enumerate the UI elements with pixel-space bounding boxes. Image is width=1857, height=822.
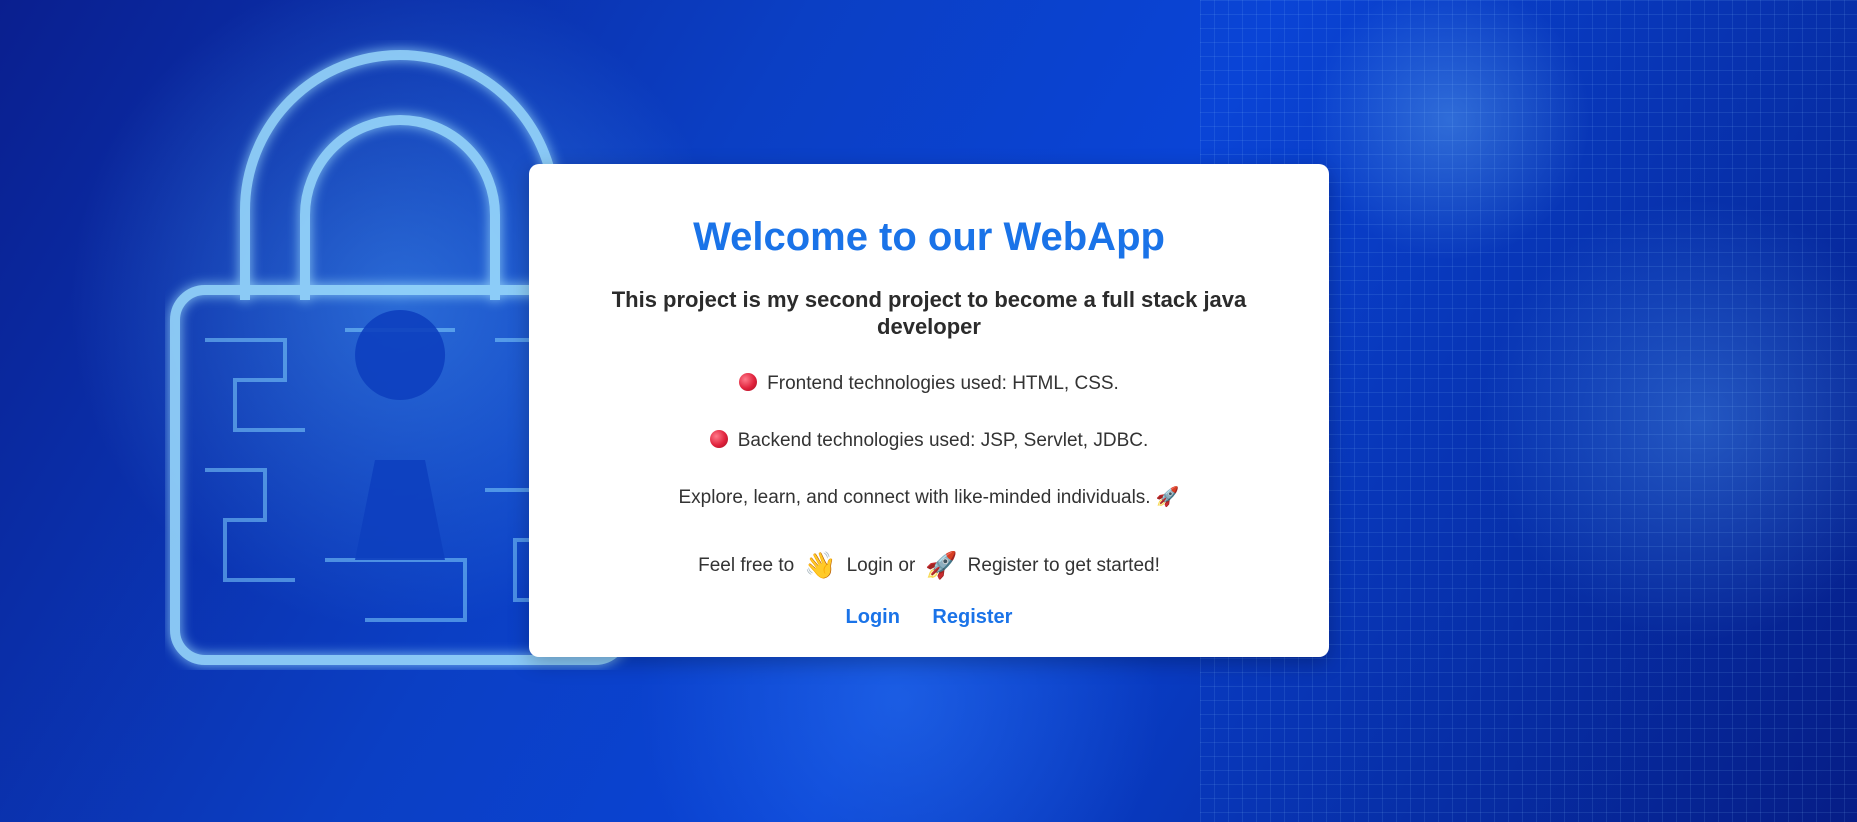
waving-hand-icon: 👋 [804, 550, 837, 580]
cta-prefix: Feel free to [698, 555, 795, 576]
rocket-icon: 🚀 [925, 550, 958, 580]
login-link[interactable]: Login [846, 606, 900, 628]
red-circle-icon [709, 430, 728, 448]
red-circle-icon [739, 373, 758, 391]
backend-line: Backend technologies used: JSP, Servlet,… [529, 429, 1329, 453]
auth-links: Login Register [529, 606, 1329, 629]
backend-text: Backend technologies used: JSP, Servlet,… [737, 430, 1149, 451]
page-title: Welcome to our WebApp [693, 215, 1165, 259]
cta-login-text: Login or [846, 555, 916, 576]
subtitle: This project is my second project to bec… [611, 287, 1247, 339]
explore-line: Explore, learn, and connect with like-mi… [678, 487, 1180, 508]
cta-line: Feel free to 👋 Login or 🚀 Register to get st… [529, 550, 1329, 580]
welcome-card: Welcome to our WebApp This project is my… [529, 164, 1329, 657]
frontend-text: Frontend technologies used: HTML, CSS. [767, 373, 1119, 394]
cta-register-text: Register to get started! [967, 555, 1160, 576]
frontend-line: Frontend technologies used: HTML, CSS. [529, 372, 1329, 396]
register-link[interactable]: Register [932, 606, 1012, 628]
